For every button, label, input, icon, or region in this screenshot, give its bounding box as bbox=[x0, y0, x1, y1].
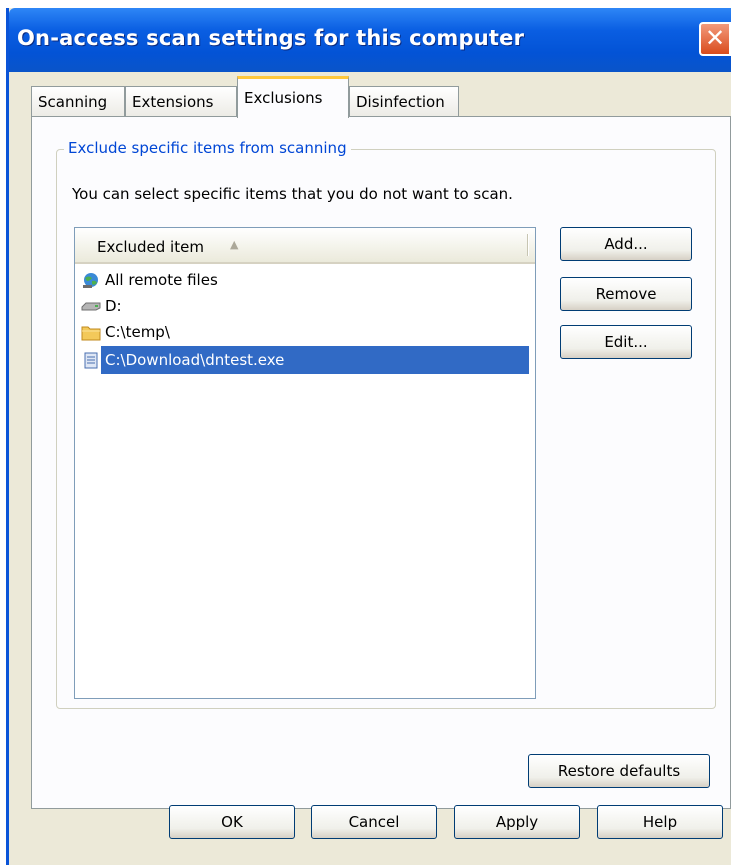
tab-disinfection[interactable]: Disinfection bbox=[349, 86, 459, 117]
tab-extensions[interactable]: Extensions bbox=[125, 86, 237, 117]
list-item-label: All remote files bbox=[105, 271, 218, 289]
file-icon bbox=[84, 352, 98, 369]
list-item[interactable]: C:\temp\ bbox=[79, 318, 533, 346]
list-item-label: C:\temp\ bbox=[105, 323, 170, 341]
dialog-window: On-access scan settings for this compute… bbox=[6, 8, 731, 865]
column-resize-handle[interactable] bbox=[527, 234, 529, 256]
cancel-button[interactable]: Cancel bbox=[311, 805, 437, 839]
edit-button[interactable]: Edit... bbox=[560, 325, 692, 359]
group-title: Exclude specific items from scanning bbox=[64, 139, 351, 157]
close-button[interactable]: ✕ bbox=[699, 22, 731, 56]
help-button[interactable]: Help bbox=[597, 805, 723, 839]
ok-button[interactable]: OK bbox=[169, 805, 295, 839]
apply-button[interactable]: Apply bbox=[454, 805, 580, 839]
globe-network-icon bbox=[83, 273, 98, 288]
tab-label: Disinfection bbox=[356, 93, 445, 111]
excluded-items-list[interactable]: Excluded item ▲ All remote files D: C:\t… bbox=[74, 227, 536, 699]
add-button[interactable]: Add... bbox=[560, 227, 692, 261]
list-item-label: D: bbox=[105, 297, 122, 315]
list-item[interactable]: C:\Download\dntest.exe bbox=[79, 346, 533, 374]
sort-ascending-icon: ▲ bbox=[230, 238, 239, 251]
column-header-excluded-item[interactable]: Excluded item ▲ bbox=[75, 228, 535, 264]
tab-label: Scanning bbox=[38, 93, 108, 111]
list-item[interactable]: D: bbox=[79, 292, 533, 320]
window-title: On-access scan settings for this compute… bbox=[17, 26, 525, 50]
tab-scanning[interactable]: Scanning bbox=[31, 86, 125, 117]
close-icon: ✕ bbox=[704, 24, 726, 52]
remove-button[interactable]: Remove bbox=[560, 277, 692, 311]
drive-icon bbox=[81, 302, 101, 311]
tab-exclusions[interactable]: Exclusions bbox=[237, 76, 349, 118]
tab-label: Extensions bbox=[132, 93, 214, 111]
title-bar[interactable]: On-access scan settings for this compute… bbox=[9, 8, 731, 72]
tab-panel-exclusions: Exclude specific items from scanning You… bbox=[31, 116, 731, 809]
folder-icon bbox=[81, 326, 101, 341]
tab-label: Exclusions bbox=[244, 89, 323, 107]
column-header-label: Excluded item bbox=[97, 238, 204, 256]
list-item[interactable]: All remote files bbox=[79, 266, 533, 294]
restore-defaults-button[interactable]: Restore defaults bbox=[528, 754, 710, 788]
group-description: You can select specific items that you d… bbox=[72, 185, 513, 203]
list-item-label: C:\Download\dntest.exe bbox=[101, 346, 529, 374]
